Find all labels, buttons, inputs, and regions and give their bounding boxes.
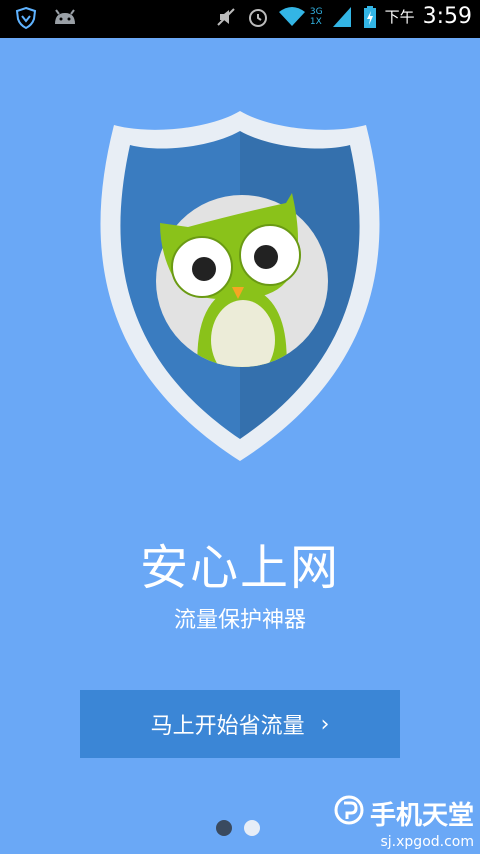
watermark: 手机天堂 sj.xpgod.com [334,795,474,850]
watermark-url: sj.xpgod.com [380,834,475,850]
network-3g-label: 3G [309,6,323,17]
start-saving-data-label: 马上开始省流量 [150,714,305,739]
page-indicator [216,820,260,836]
shield-owl-illustration [80,105,400,465]
signal-icon [331,5,355,29]
status-ampm: 下午 [384,8,415,26]
page-title: 安心上网 [139,540,340,596]
network-1x-label: 1X [309,16,322,27]
status-bar: 3G 1X 下午 3:59 [0,0,480,38]
watermark-text: 手机天堂 [369,801,474,831]
mute-icon [214,5,238,29]
android-icon [52,6,76,30]
watermark-logo-icon [334,795,364,832]
page-subtitle: 流量保护神器 [173,608,306,633]
start-saving-data-button[interactable]: 马上开始省流量 › [80,690,400,758]
chevron-right-icon: › [320,711,330,737]
battery-charging-icon [363,5,377,29]
page-dot-2[interactable] [244,820,260,836]
alarm-icon [246,5,270,29]
shield-icon [14,6,38,30]
network-type: 3G 1X [310,7,323,27]
wifi-icon [278,5,305,29]
status-time: 3:59 [422,4,472,29]
page-dot-1[interactable] [216,820,232,836]
